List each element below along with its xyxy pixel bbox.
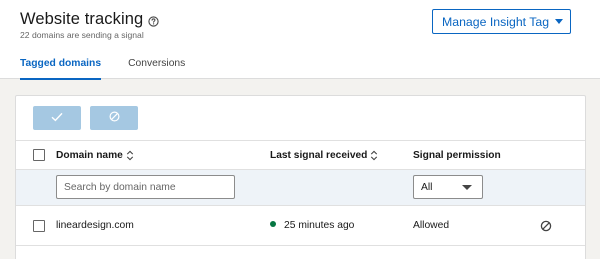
permission-filter-value: All — [421, 181, 433, 193]
row-block-icon[interactable] — [540, 219, 552, 232]
title-row: Website tracking — [20, 10, 159, 29]
tab-conversions[interactable]: Conversions — [128, 49, 185, 79]
table-row: lineardesign.com 25 minutes ago Allowed — [16, 206, 585, 246]
caret-down-icon — [462, 185, 472, 190]
column-header-domain-label: Domain name — [56, 150, 123, 161]
page-subtitle: 22 domains are sending a signal — [20, 30, 144, 40]
sort-icon — [126, 150, 133, 161]
last-signal-value: 25 minutes ago — [284, 220, 355, 231]
block-button[interactable] — [90, 106, 138, 130]
block-icon — [109, 109, 120, 127]
column-header-domain[interactable]: Domain name — [56, 150, 134, 161]
checkmark-icon — [51, 109, 63, 127]
manage-insight-tag-label: Manage Insight Tag — [442, 14, 550, 29]
caret-down-icon — [555, 19, 564, 24]
permission-filter-select[interactable]: All — [413, 175, 483, 199]
tab-bar: Tagged domains Conversions — [20, 49, 212, 80]
domains-card: Domain name Last signal received Signal … — [15, 95, 586, 259]
sort-icon — [371, 150, 378, 161]
approve-button[interactable] — [33, 106, 81, 130]
page-header: Website tracking 22 domains are sending … — [0, 0, 600, 80]
page-title: Website tracking — [20, 10, 144, 28]
status-dot-icon — [270, 221, 276, 227]
row-checkbox[interactable] — [33, 220, 45, 232]
filter-row: All — [16, 170, 585, 206]
last-signal-cell: 25 minutes ago — [270, 220, 354, 231]
select-all-checkbox[interactable] — [33, 149, 45, 161]
permission-cell: Allowed — [413, 220, 450, 231]
column-header-last-signal[interactable]: Last signal received — [270, 150, 378, 161]
help-icon[interactable] — [148, 14, 159, 27]
manage-insight-tag-button[interactable]: Manage Insight Tag — [432, 9, 571, 34]
domain-search-input[interactable] — [56, 175, 235, 199]
tab-tagged-domains[interactable]: Tagged domains — [20, 49, 102, 80]
column-header-signal-permission-label: Signal permission — [413, 150, 501, 161]
table-header: Domain name Last signal received Signal … — [16, 140, 585, 170]
column-header-signal-permission: Signal permission — [413, 150, 501, 161]
column-header-last-signal-label: Last signal received — [270, 150, 368, 161]
domain-cell: lineardesign.com — [56, 220, 134, 231]
